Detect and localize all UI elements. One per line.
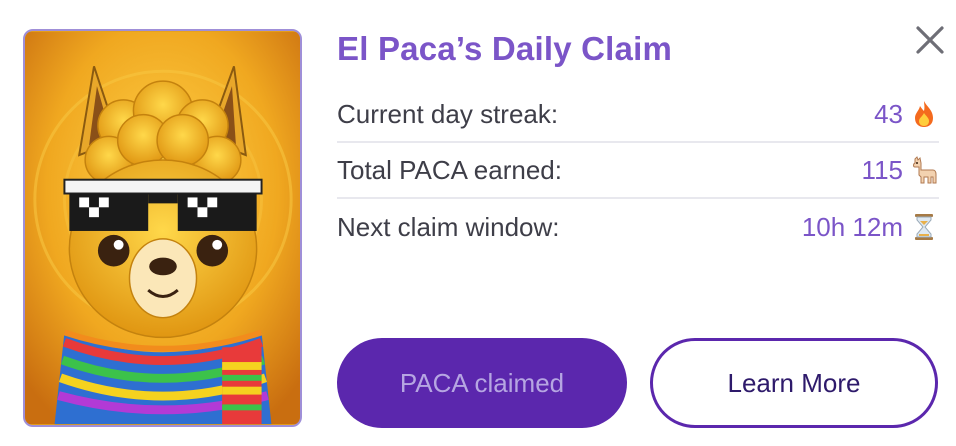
daily-claim-dialog: El Paca’s Daily Claim Current day streak… [0,0,956,446]
hourglass-emoji-icon [909,212,939,242]
stat-row-earned: Total PACA earned: 115 [337,143,939,199]
stat-label: Total PACA earned: [337,154,562,185]
close-button[interactable] [910,20,950,60]
stat-value: 115 [861,154,903,185]
stats-list: Current day streak: 43 Total PACA earned… [337,87,939,255]
close-icon [916,26,944,54]
dialog-title: El Paca’s Daily Claim [337,30,672,67]
stat-value: 43 [874,98,903,129]
paca-claimed-button[interactable]: PACA claimed [337,338,627,428]
stat-row-next-claim: Next claim window: 10h 12m [337,199,939,255]
learn-more-button[interactable]: Learn More [650,338,938,428]
stat-row-streak: Current day streak: 43 [337,87,939,143]
stat-label: Current day streak: [337,98,559,129]
stat-value: 10h 12m [801,211,903,242]
llama-emoji-icon [909,155,939,185]
alpaca-portrait-image [23,29,302,427]
fire-emoji-icon [909,99,939,129]
stat-label: Next claim window: [337,211,560,242]
